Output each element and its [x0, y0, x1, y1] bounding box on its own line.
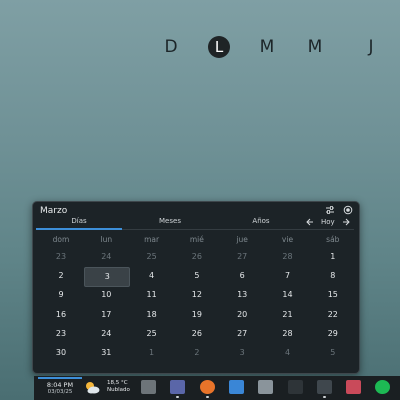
- spotify-icon[interactable]: [375, 380, 391, 394]
- system-monitor-icon[interactable]: [141, 380, 156, 394]
- day-cell[interactable]: 11: [130, 286, 174, 304]
- day-cell[interactable]: 22: [311, 306, 355, 324]
- tab-selected-indicator: [36, 228, 122, 230]
- day-cell[interactable]: 4: [266, 344, 310, 362]
- day-cell[interactable]: 20: [220, 306, 264, 324]
- day-cell[interactable]: 21: [266, 306, 310, 324]
- day-cell[interactable]: 2: [175, 344, 219, 362]
- record-icon[interactable]: [342, 205, 354, 217]
- day-cell[interactable]: 14: [266, 286, 310, 304]
- document-viewer-icon[interactable]: [346, 380, 362, 394]
- weekday-letter[interactable]: D: [160, 36, 182, 58]
- day-cell[interactable]: 8: [311, 267, 355, 285]
- day-cell[interactable]: 23: [39, 325, 83, 343]
- weekday-header: mar: [144, 235, 160, 244]
- day-cell[interactable]: 3: [220, 344, 264, 362]
- day-cell[interactable]: 2: [39, 267, 83, 285]
- day-cell[interactable]: 1: [130, 344, 174, 362]
- weather-description: Nublado: [107, 387, 130, 393]
- day-cell[interactable]: 24: [84, 248, 128, 266]
- sliders-icon[interactable]: [324, 205, 336, 217]
- folder-icon[interactable]: [228, 380, 244, 394]
- day-cell[interactable]: 18: [130, 306, 174, 324]
- calendar-popup: Marzo Días Meses Años Hoy dom lun mar mié ju…: [32, 201, 360, 374]
- day-cell[interactable]: 12: [175, 286, 219, 304]
- day-cell[interactable]: 25: [130, 325, 174, 343]
- weekday-header: jue: [236, 235, 248, 244]
- day-cell[interactable]: 4: [130, 267, 174, 285]
- running-indicator: [176, 396, 180, 398]
- weekday-headers: dom lun mar mié jue vie sáb: [39, 235, 353, 245]
- running-indicator: [322, 396, 326, 398]
- month-title[interactable]: Marzo: [40, 206, 67, 216]
- day-cell[interactable]: 9: [39, 286, 83, 304]
- day-cell[interactable]: 28: [266, 248, 310, 266]
- day-cell[interactable]: 19: [175, 306, 219, 324]
- terminal-icon[interactable]: [287, 380, 303, 394]
- day-cell[interactable]: 26: [175, 325, 219, 343]
- day-cell[interactable]: 28: [266, 325, 310, 343]
- weekday-header: lun: [100, 235, 113, 244]
- day-cell[interactable]: 25: [130, 248, 174, 266]
- tab-months[interactable]: Meses: [127, 217, 213, 225]
- day-cell[interactable]: 15: [311, 286, 355, 304]
- tab-days[interactable]: Días: [36, 217, 122, 225]
- weather-temperature: 18,5 °C: [107, 380, 128, 386]
- weekday-header: sáb: [326, 235, 340, 244]
- day-cell[interactable]: 6: [220, 267, 264, 285]
- weekday-header: dom: [52, 235, 70, 244]
- weekday-strip: DLMMJ: [160, 36, 400, 60]
- day-cell[interactable]: 27: [220, 248, 264, 266]
- day-cell[interactable]: 26: [175, 248, 219, 266]
- day-cell[interactable]: 7: [266, 267, 310, 285]
- calculator-icon[interactable]: [316, 380, 332, 394]
- day-cell[interactable]: 16: [39, 306, 83, 324]
- taskbar: 8:04 PM 03/03/25 18,5 °C Nublado: [34, 376, 400, 400]
- day-cell[interactable]: 1: [311, 248, 355, 266]
- running-indicator: [205, 396, 209, 398]
- day-cell[interactable]: 24: [84, 325, 128, 343]
- weekday-letter[interactable]: M: [256, 36, 278, 58]
- image-viewer-icon[interactable]: [258, 380, 274, 394]
- file-manager-icon[interactable]: [170, 380, 186, 394]
- day-cell[interactable]: 5: [175, 267, 219, 285]
- clock[interactable]: 8:04 PM 03/03/25: [38, 377, 82, 399]
- partly-cloudy-icon[interactable]: [84, 380, 100, 395]
- day-cell[interactable]: 10: [84, 286, 128, 304]
- clock-date: 03/03/25: [47, 389, 73, 395]
- weekday-header: mié: [189, 235, 204, 244]
- day-cell[interactable]: 27: [220, 325, 264, 343]
- day-cell[interactable]: 29: [311, 325, 355, 343]
- today-button[interactable]: Hoy: [321, 218, 335, 226]
- tab-years[interactable]: Años: [218, 217, 304, 225]
- weekday-letter[interactable]: J: [360, 36, 382, 58]
- clock-time: 8:04 PM: [46, 381, 74, 389]
- chevron-right-icon[interactable]: [342, 218, 351, 228]
- weekday-letter[interactable]: M: [304, 36, 326, 58]
- chevron-left-icon[interactable]: [305, 218, 314, 228]
- firefox-icon[interactable]: [199, 380, 215, 394]
- day-cell[interactable]: 23: [39, 248, 83, 266]
- day-cell[interactable]: 17: [84, 306, 128, 324]
- day-cell[interactable]: 13: [220, 286, 264, 304]
- day-cell-today[interactable]: 3: [84, 267, 131, 288]
- day-cell[interactable]: 30: [39, 344, 83, 362]
- day-cell[interactable]: 5: [311, 344, 355, 362]
- day-cell[interactable]: 31: [84, 344, 128, 362]
- weekday-header: vie: [281, 235, 294, 244]
- weekday-letter[interactable]: L: [208, 36, 230, 58]
